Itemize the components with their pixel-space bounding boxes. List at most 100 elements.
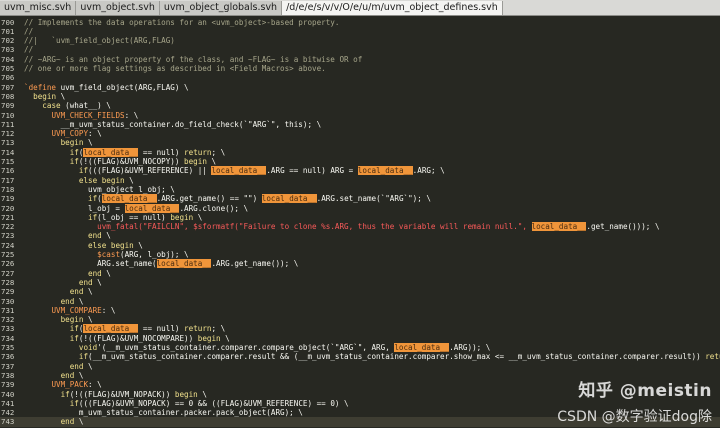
code-token: .ARG; \ xyxy=(412,166,445,176)
code-token: if xyxy=(69,398,79,408)
code-token: if xyxy=(78,352,89,362)
search-highlight: local_data__ xyxy=(394,343,450,352)
code-token: (!((FLAG)&UVM_NOPACK)) xyxy=(69,389,175,399)
code-text: end \ xyxy=(24,287,93,296)
code-text: begin \ xyxy=(24,92,65,101)
code-line: 725 $cast(ARG, l_obj); \ xyxy=(0,250,720,259)
code-text: uvm_fatal("FAILCLN", $sformatf("Failure … xyxy=(24,222,660,232)
line-number: 720 xyxy=(1,203,15,213)
code-token: UVM_PACK xyxy=(51,380,89,390)
code-token: \ xyxy=(83,361,93,371)
line-number: 732 xyxy=(1,315,15,325)
code-token: end xyxy=(60,296,75,306)
code-text: end \ xyxy=(24,269,111,278)
code-token: \ xyxy=(101,268,111,278)
tab-uvm-object-globals[interactable]: uvm_object_globals.svh xyxy=(159,1,283,15)
code-text: uvm_object l_obj; \ xyxy=(24,185,175,194)
code-text: // xyxy=(24,27,33,36)
code-token: end xyxy=(69,287,84,297)
code-token: if xyxy=(69,324,79,334)
line-number: 707 xyxy=(1,82,15,92)
code-token: \ xyxy=(74,370,84,380)
code-line: 714 if(local_data__ == null) return; \ xyxy=(0,147,720,157)
code-token: if xyxy=(88,194,98,204)
code-token: else begin xyxy=(88,240,134,250)
code-token: return xyxy=(184,147,212,157)
code-text: __m_uvm_status_container.do_field_check(… xyxy=(24,119,322,129)
code-line: 733 if(local_data__ == null) return; \ xyxy=(0,324,720,334)
code-token: .ARG.clone(); \ xyxy=(179,203,249,213)
code-token: uvm_field_object(ARG,FLAG) \ xyxy=(56,82,189,92)
line-number: 717 xyxy=(1,175,15,185)
code-token: end xyxy=(78,277,93,287)
search-highlight: local_data__ xyxy=(531,222,587,232)
code-text: UVM_CHECK_FIELDS: \ xyxy=(24,111,138,120)
tab-uvm-object-defines[interactable]: /d/e/e/s/v/v/O/e/u/m/uvm_object_defines.… xyxy=(282,1,503,15)
code-token: (((FLAG)&UVM_NOPACK) == 0 && ((FLAG)&UVM… xyxy=(78,398,349,408)
code-token: \ xyxy=(133,240,143,250)
code-token: begin xyxy=(184,157,207,166)
code-token: m_uvm_status_container.packer.pack_objec… xyxy=(24,408,303,418)
tab-uvm-misc[interactable]: uvm_misc.svh xyxy=(0,1,77,15)
code-line: 713 begin \ xyxy=(0,138,720,147)
code-line: 721 if(l_obj == null) begin \ xyxy=(0,213,720,222)
line-number: 735 xyxy=(1,343,15,352)
code-token: if xyxy=(69,147,79,157)
line-number: 726 xyxy=(1,259,15,269)
code-token: : \ xyxy=(88,129,102,139)
code-token: __m_uvm_status_container.do_field_check(… xyxy=(24,119,322,129)
code-token: if xyxy=(60,389,70,399)
code-token: \ xyxy=(74,417,84,427)
code-text: begin \ xyxy=(24,138,93,147)
search-highlight: local_data__ xyxy=(357,166,413,176)
code-editor[interactable]: 700 // Implements the data operations for… xyxy=(0,16,720,428)
tab-uvm-object[interactable]: uvm_object.svh xyxy=(76,1,160,15)
code-text: end \ xyxy=(24,296,84,306)
line-number: 723 xyxy=(1,231,15,241)
code-token: \ xyxy=(92,277,102,287)
code-token: if xyxy=(69,333,79,343)
line-number: 719 xyxy=(1,194,15,204)
code-token: // Implements the data operations for an… xyxy=(24,17,340,27)
code-text: else begin \ xyxy=(24,241,143,250)
line-number: 706 xyxy=(1,73,15,83)
code-line: 709 case (what__) \ xyxy=(0,101,720,110)
code-token: UVM_CHECK_FIELDS xyxy=(51,110,125,120)
code-text: else begin \ xyxy=(24,176,134,185)
line-number: 734 xyxy=(1,333,15,343)
code-text: ARG.set_name(local_data__.ARG.get_name()… xyxy=(24,259,298,269)
code-token: \ xyxy=(83,315,93,325)
code-line: 737 end \ xyxy=(0,362,720,371)
code-text: if(local_data__.ARG.get_name() == "") lo… xyxy=(24,194,431,204)
code-token: end xyxy=(88,268,102,278)
code-text: void'(__m_uvm_status_container.comparer.… xyxy=(24,343,490,352)
code-token: .ARG)); \ xyxy=(449,343,491,352)
code-text: //| `uvm_field_object(ARG,FLAG) xyxy=(24,36,175,45)
code-text: $cast(ARG, l_obj); \ xyxy=(24,250,188,259)
code-token: (l_obj == null) xyxy=(97,212,171,222)
code-token: \ xyxy=(124,175,134,185)
code-token: : \ xyxy=(101,305,116,315)
code-token: .ARG == null) ARG = xyxy=(266,166,358,176)
code-token: == null) xyxy=(138,147,185,157)
code-line: 705 // one or more flag settings as descr… xyxy=(0,64,720,73)
code-token: if xyxy=(78,166,89,176)
line-number: 701 xyxy=(1,26,15,36)
code-line: 712 UVM_COPY: \ xyxy=(0,129,720,138)
code-token: \ xyxy=(193,212,203,222)
search-highlight: local_data__ xyxy=(124,203,180,213)
code-token: // xyxy=(24,45,34,55)
code-text: begin \ xyxy=(24,315,93,324)
code-token: uvm_object l_obj; \ xyxy=(24,184,175,194)
code-token: UVM_COMPARE xyxy=(51,305,102,315)
line-number: 737 xyxy=(1,361,15,371)
